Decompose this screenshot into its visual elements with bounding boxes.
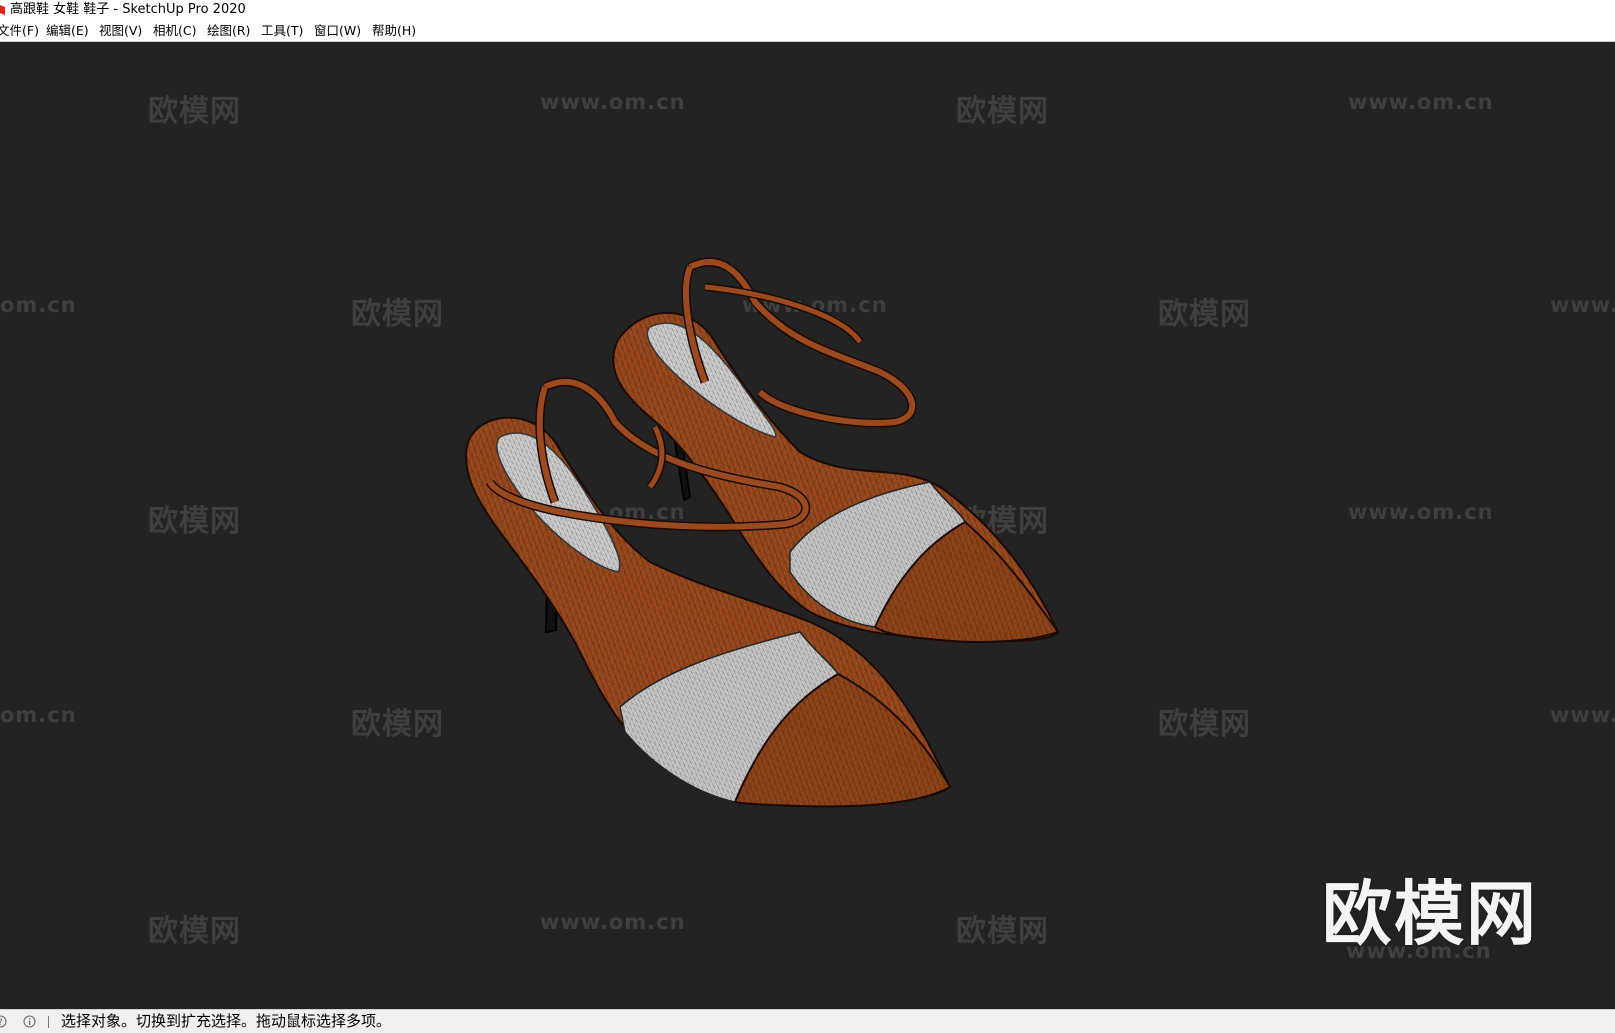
menu-draw[interactable]: 绘图(R) [207, 20, 250, 41]
watermark-url: www.om.cn [1346, 939, 1492, 963]
info-icon[interactable] [23, 1015, 36, 1028]
menu-window[interactable]: 窗口(W) [314, 20, 361, 41]
title-bar: 高跟鞋 女鞋 鞋子 - SketchUp Pro 2020 [0, 0, 1615, 20]
help-icon[interactable]: ? [0, 1015, 7, 1028]
menu-edit[interactable]: 编辑(E) [46, 20, 89, 41]
menu-view[interactable]: 视图(V) [99, 20, 142, 41]
menu-file[interactable]: 文件(F) [0, 20, 39, 41]
sketchup-logo-icon [0, 5, 5, 15]
menu-bar: 文件(F) 编辑(E) 视图(V) 相机(C) 绘图(R) 工具(T) 窗口(W… [0, 20, 1615, 42]
window-title: 高跟鞋 女鞋 鞋子 - SketchUp Pro 2020 [10, 2, 246, 17]
menu-camera[interactable]: 相机(C) [153, 20, 196, 41]
svg-text:?: ? [0, 1018, 3, 1028]
menu-help[interactable]: 帮助(H) [372, 20, 416, 41]
status-bar: ? 选择对象。切换到扩充选择。拖动鼠标选择多项。 [0, 1009, 1615, 1033]
status-text: 选择对象。切换到扩充选择。拖动鼠标选择多项。 [61, 1012, 392, 1030]
3d-viewport[interactable]: 欧模网 www.om.cn 欧模网 www.om.cn om.cn 欧模网 ww… [0, 42, 1615, 1009]
status-separator [48, 1016, 49, 1028]
menu-tools[interactable]: 工具(T) [261, 20, 303, 41]
